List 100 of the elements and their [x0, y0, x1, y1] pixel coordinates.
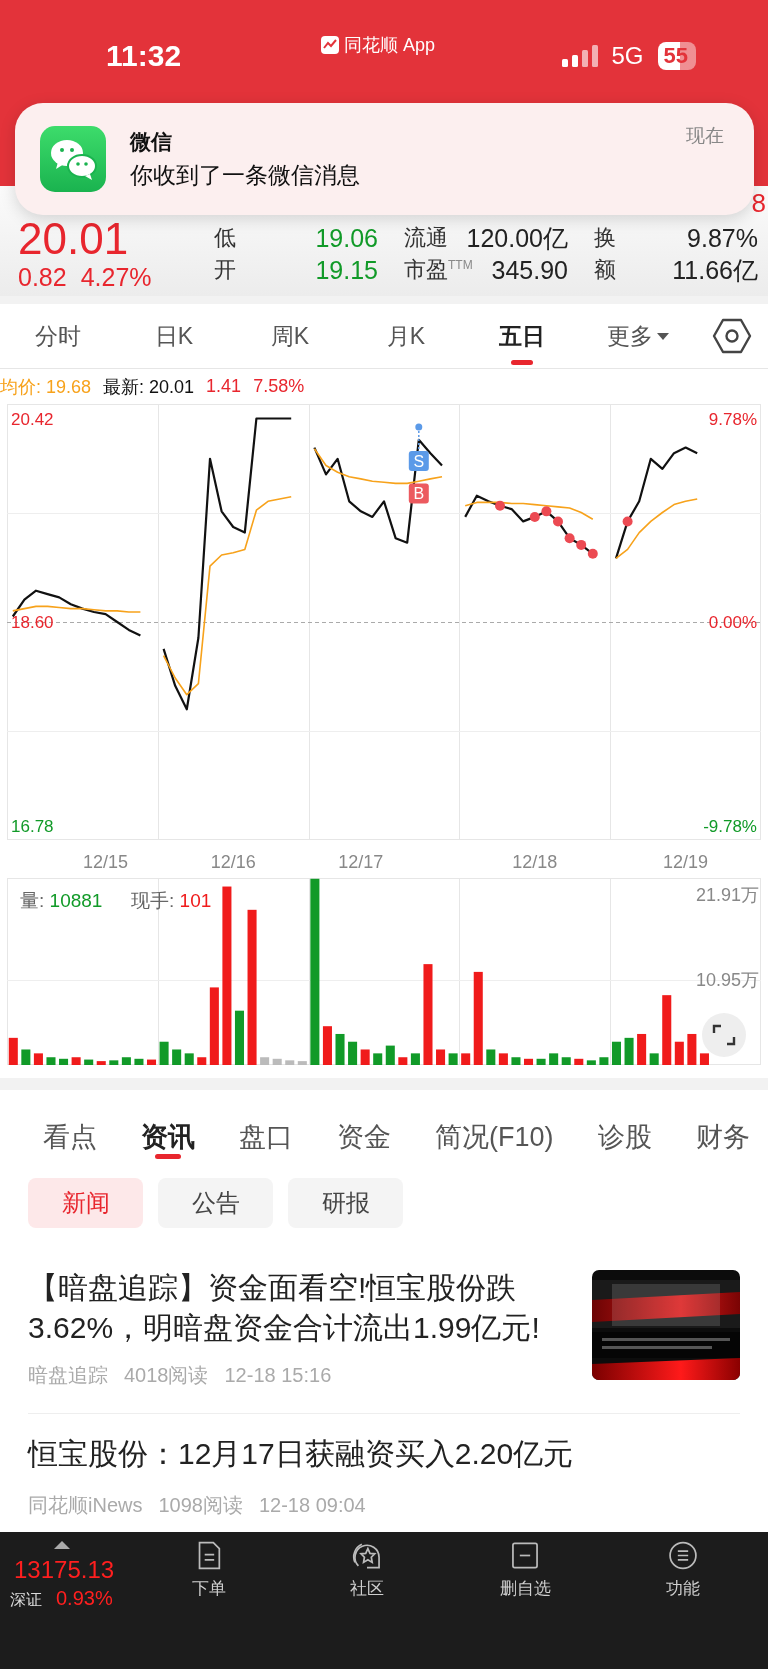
trade-marker: B [408, 483, 429, 504]
stat-value: 9.87% [687, 223, 758, 253]
volume-bar [134, 1058, 144, 1065]
marker-dot [495, 500, 505, 511]
marker-dot [576, 539, 587, 550]
stat-value: 19.06 [315, 223, 378, 253]
volume-bar [574, 1058, 584, 1065]
date-label: 12/15 [83, 852, 129, 872]
volume-bar [536, 1058, 546, 1065]
section-tab[interactable]: 诊股 [597, 1090, 652, 1165]
section-tab[interactable]: 资金 [337, 1090, 391, 1165]
volume-bar [59, 1058, 69, 1065]
filter-chip[interactable]: 研报 [288, 1178, 403, 1228]
volume-bar [109, 1060, 119, 1065]
section-tab[interactable]: 看点 [43, 1090, 97, 1165]
stat-label: 低 [214, 224, 236, 252]
volume-bar [624, 1037, 634, 1065]
volume-bar [335, 1033, 345, 1065]
price-change: 0.82 [18, 262, 67, 292]
period-tab[interactable]: 月K [348, 304, 464, 368]
price-axis-label: 16.78 [11, 816, 54, 836]
period-tab[interactable]: 分时 [0, 304, 116, 368]
volume-bar [674, 1041, 684, 1065]
date-label: 12/17 [338, 852, 384, 872]
volume-bar [649, 1053, 659, 1065]
stat-label: 市盈$^{TTM}$ [404, 256, 473, 284]
volume-bar [662, 995, 672, 1065]
price-change: 1.41 [206, 376, 242, 397]
volume-bar [197, 1057, 207, 1065]
stat-label: 开 [214, 256, 236, 284]
index-name: 深证 [10, 1590, 42, 1610]
volume-bar [121, 1057, 131, 1065]
caret-icon [657, 332, 669, 340]
status-time: 11:32 [106, 39, 183, 73]
stat-value: 345.90 [491, 255, 568, 285]
date-label: 12/19 [663, 852, 709, 872]
volume-bar [398, 1057, 408, 1065]
line-chart-icon [320, 35, 340, 55]
news-time: 12-18 15:16 [224, 1363, 332, 1388]
stat-label: 换 [594, 224, 616, 252]
volume-bar [410, 1053, 420, 1065]
volume-bar [448, 1053, 458, 1065]
stat-label: 额 [594, 256, 616, 284]
toolbar-button[interactable]: 功能 [604, 1532, 762, 1600]
volume-bar [524, 1058, 534, 1065]
volume-bar [511, 1057, 521, 1065]
news-title[interactable]: 恒宝股份：12月17日获融资买入2.20亿元 [28, 1434, 740, 1474]
toolbar-button[interactable]: 社区 [288, 1532, 446, 1600]
marker-dot [529, 511, 540, 522]
price-axis-label: 18.60 [11, 613, 54, 633]
volume-bar [184, 1053, 194, 1065]
marker-dot [541, 506, 552, 517]
index-value: 13175.13 [14, 1556, 115, 1584]
up-triangle-icon [54, 1541, 70, 1549]
notification-time: 现在 [686, 124, 724, 148]
notification-message: 你收到了一条微信消息 [130, 160, 360, 190]
stat-value: 11.66亿 [672, 254, 758, 286]
percent-axis-label: 9.78% [708, 409, 757, 429]
chat-bubbles-icon [40, 126, 106, 192]
period-tab[interactable]: 周K [232, 304, 348, 368]
news-title[interactable]: 【暗盘追踪】资金面看空!恒宝股份跌3.62%，明暗盘资金合计流出1.99亿元! [28, 1268, 568, 1348]
volume-bar [159, 1041, 169, 1065]
news-source: 暗盘追踪 [28, 1363, 108, 1388]
period-tab[interactable]: 五日 [464, 304, 580, 368]
period-tab[interactable]: 更多 [580, 304, 696, 368]
price-axis-label: 20.42 [11, 409, 54, 429]
volume-bar [147, 1059, 157, 1065]
filter-chip[interactable]: 新闻 [28, 1178, 143, 1228]
volume-bar [96, 1061, 106, 1065]
latest-price: 最新: 20.01 [103, 375, 195, 399]
stat-value: 120.00亿 [466, 222, 568, 254]
notification-title: 微信 [130, 128, 173, 155]
average-price: 均价: 19.68 [0, 375, 92, 399]
news-time: 12-18 09:04 [258, 1493, 366, 1518]
section-tab[interactable]: 盘口 [239, 1090, 293, 1165]
read-count: 1098阅读 [158, 1493, 243, 1518]
battery-level: 55 [657, 42, 696, 70]
period-tab[interactable]: 日K [116, 304, 232, 368]
volume-bar [436, 1049, 446, 1065]
volume-bar [33, 1053, 43, 1065]
toolbar-button[interactable]: 删自选 [446, 1532, 604, 1600]
expand-icon[interactable] [702, 1013, 746, 1057]
volume-bar [687, 1033, 697, 1065]
current-hand-readout: 现手: 101 [131, 890, 212, 911]
section-tab[interactable]: 资讯 [141, 1090, 195, 1165]
volume-bar [84, 1059, 94, 1065]
volume-bar [461, 1053, 471, 1065]
volume-bar [586, 1060, 596, 1065]
percent-axis-label: -9.78% [703, 816, 757, 836]
filter-chip[interactable]: 公告 [158, 1178, 273, 1228]
volume-bar [260, 1057, 270, 1065]
toolbar-button[interactable]: 下单 [130, 1532, 288, 1600]
volume-bar [699, 1053, 709, 1065]
marker-dot [587, 548, 598, 559]
section-tab[interactable]: 财务 [695, 1090, 750, 1165]
volume-bar [498, 1053, 508, 1065]
volume-bar [486, 1049, 496, 1065]
section-tab[interactable]: 简况(F10) [435, 1090, 554, 1165]
volume-bar [599, 1057, 609, 1065]
volume-axis-label: 10.95万 [695, 970, 759, 991]
